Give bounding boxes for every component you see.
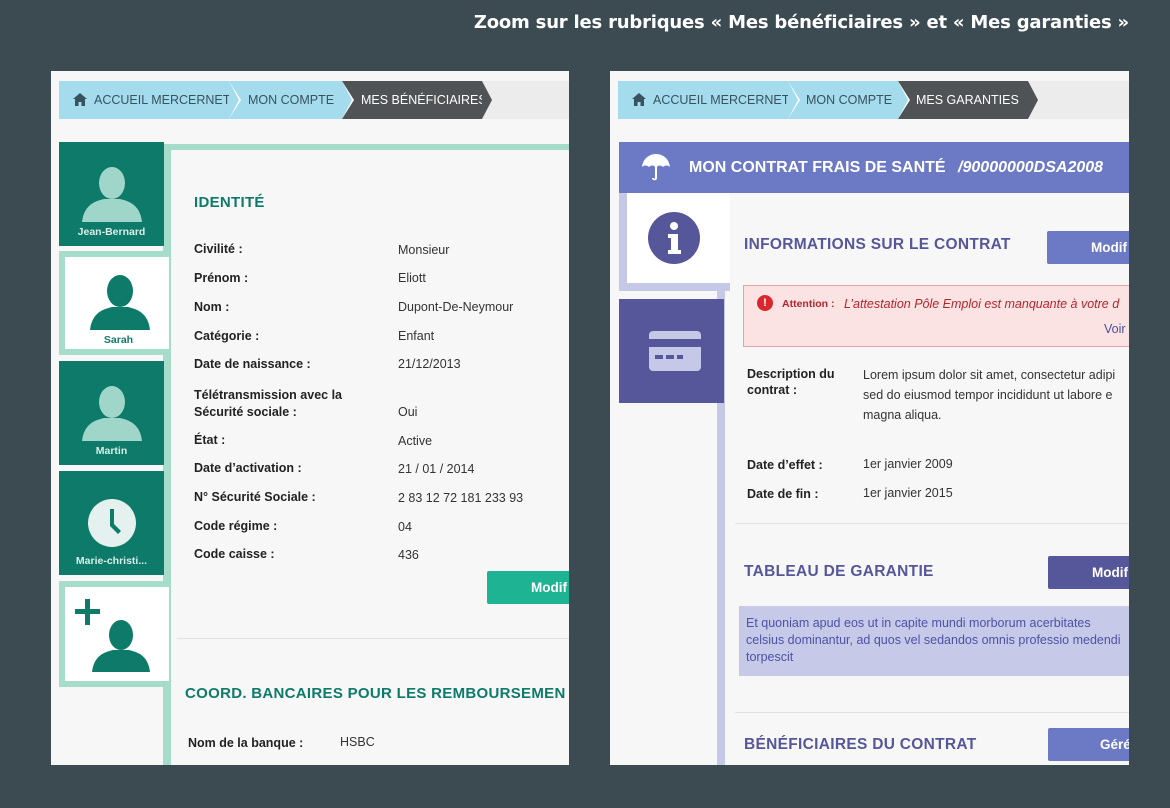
end-date-label: Date de fin :: [747, 487, 819, 501]
modify-identity-button[interactable]: Modif: [487, 571, 569, 604]
section-divider: [177, 638, 569, 639]
beneficiary-tab-sarah[interactable]: Sarah: [59, 251, 169, 355]
page-caption: Zoom sur les rubriques « Mes bénéficiair…: [473, 12, 1129, 33]
field-label: Civilité :: [194, 242, 243, 256]
bank-name-label: Nom de la banque :: [188, 736, 304, 750]
add-person-icon: [75, 599, 150, 672]
breadcrumb-home[interactable]: ACCUEIL MERCERNET: [59, 81, 241, 119]
home-icon: [73, 93, 87, 106]
beneficiaries-panel: ACCUEIL MERCERNET MON COMPTE MES BÉNÉFIC…: [51, 71, 569, 765]
umbrella-icon: [642, 154, 670, 181]
info-icon: [648, 212, 700, 264]
identity-title: IDENTITÉ: [194, 194, 265, 211]
field-value: Oui: [398, 405, 418, 419]
breadcrumb-current: MES BÉNÉFICIAIRES: [342, 81, 492, 119]
effective-date-label: Date d’effet :: [747, 458, 823, 472]
contract-beneficiaries-title: BÉNÉFICIAIRES DU CONTRAT: [744, 736, 977, 753]
field-value: Enfant: [398, 329, 435, 343]
breadcrumb-account[interactable]: MON COMPTE: [229, 81, 354, 119]
bank-details-title: COORD. BANCAIRES POUR LES REMBOURSEMEN: [185, 685, 566, 702]
person-icon: [81, 386, 142, 441]
guarantees-panel: ACCUEIL MERCERNET MON COMPTE MES GARANTI…: [610, 71, 1129, 765]
field-label: Code régime :: [194, 519, 278, 533]
warning-alert: ! Attention : L’attestation Pôle Emploi …: [743, 285, 1129, 347]
guarantee-note: Et quoniam apud eos ut in capite mundi m…: [739, 606, 1129, 676]
breadcrumb-current-label: MES BÉNÉFICIAIRES: [361, 93, 487, 107]
warning-icon: !: [757, 295, 773, 311]
field-value: Active: [398, 434, 433, 448]
contract-info-title: INFORMATIONS SUR LE CONTRAT: [744, 236, 1011, 253]
breadcrumb-current-label: MES GARANTIES: [916, 93, 1019, 107]
contract-header: MON CONTRAT FRAIS DE SANTÉ /90000000DSA2…: [619, 142, 1129, 193]
description-value: Lorem ipsum dolor sit amet, consectetur …: [863, 368, 1116, 422]
field-value: Dupont-De-Neymour: [398, 300, 514, 314]
manage-beneficiaries-button[interactable]: Géré: [1048, 728, 1129, 761]
contract-title: MON CONTRAT FRAIS DE SANTÉ: [689, 159, 946, 176]
breadcrumb: ACCUEIL MERCERNET MON COMPTE MES GARANTI…: [618, 81, 1129, 119]
beneficiary-tab-martin[interactable]: Martin: [59, 361, 164, 465]
modify-contract-button[interactable]: Modif: [1047, 231, 1129, 264]
breadcrumb-account-label: MON COMPTE: [806, 93, 893, 107]
breadcrumb-account[interactable]: MON COMPTE: [788, 81, 910, 119]
field-label: Date d’activation :: [194, 461, 302, 475]
field-value: 436: [398, 548, 419, 562]
field-value: 21 / 01 / 2014: [398, 462, 475, 476]
description-label: Description du contrat :: [747, 367, 835, 397]
alert-label: Attention :: [782, 298, 835, 310]
breadcrumb-account-label: MON COMPTE: [248, 93, 335, 107]
guarantee-table-title: TABLEAU DE GARANTIE: [744, 563, 934, 580]
breadcrumb: ACCUEIL MERCERNET MON COMPTE MES BÉNÉFIC…: [59, 81, 569, 119]
field-label: Nom :: [194, 300, 230, 314]
contract-detail-frame: [717, 193, 1129, 765]
breadcrumb-home[interactable]: ACCUEIL MERCERNET: [618, 81, 800, 119]
breadcrumb-home-label: ACCUEIL MERCERNET: [94, 93, 231, 107]
section-divider: [735, 523, 1129, 524]
home-icon: [632, 93, 646, 106]
modify-guarantee-button[interactable]: Modif: [1048, 556, 1129, 589]
field-label: État :: [194, 433, 226, 447]
field-label: N° Sécurité Sociale :: [194, 490, 316, 504]
section-divider: [735, 712, 1129, 713]
field-value: Monsieur: [398, 243, 450, 257]
effective-date-value: 1er janvier 2009: [863, 457, 953, 471]
breadcrumb-home-label: ACCUEIL MERCERNET: [653, 93, 790, 107]
person-icon: [90, 275, 150, 330]
beneficiary-name: Martin: [95, 445, 128, 457]
field-value: Eliott: [398, 271, 426, 285]
field-label: Code caisse :: [194, 547, 275, 561]
add-beneficiary-button[interactable]: [59, 581, 169, 687]
field-label: Catégorie :: [194, 329, 260, 343]
field-label: Date de naissance :: [194, 357, 311, 371]
clock-icon: [87, 499, 136, 547]
credit-card-icon: [649, 331, 701, 371]
person-icon: [81, 167, 142, 222]
beneficiary-detail-frame: [163, 144, 569, 765]
alert-message: L’attestation Pôle Emploi est manquante …: [844, 297, 1120, 311]
bank-name-value: HSBC: [340, 735, 375, 749]
contract-number: /90000000DSA2008: [958, 159, 1104, 176]
alert-view-link[interactable]: Voir: [1104, 322, 1126, 336]
beneficiary-name: Marie-christi...: [75, 555, 148, 567]
breadcrumb-current: MES GARANTIES: [898, 81, 1038, 119]
field-value: 21/12/2013: [398, 357, 461, 371]
tab-payment-card[interactable]: [619, 299, 724, 403]
field-label: Télétransmission avec la Sécurité social…: [194, 388, 342, 419]
beneficiary-name: Jean-Bernard: [77, 226, 146, 238]
beneficiary-name: Sarah: [103, 334, 134, 346]
end-date-value: 1er janvier 2015: [863, 486, 953, 500]
beneficiary-tab-marie-christine[interactable]: Marie-christi...: [59, 471, 164, 575]
field-value: 2 83 12 72 181 233 93: [398, 491, 524, 505]
tab-contract-info[interactable]: [619, 193, 730, 291]
beneficiary-tab-jean-bernard[interactable]: Jean-Bernard: [59, 142, 164, 246]
field-value: 04: [398, 520, 412, 534]
field-label: Prénom :: [194, 271, 249, 285]
